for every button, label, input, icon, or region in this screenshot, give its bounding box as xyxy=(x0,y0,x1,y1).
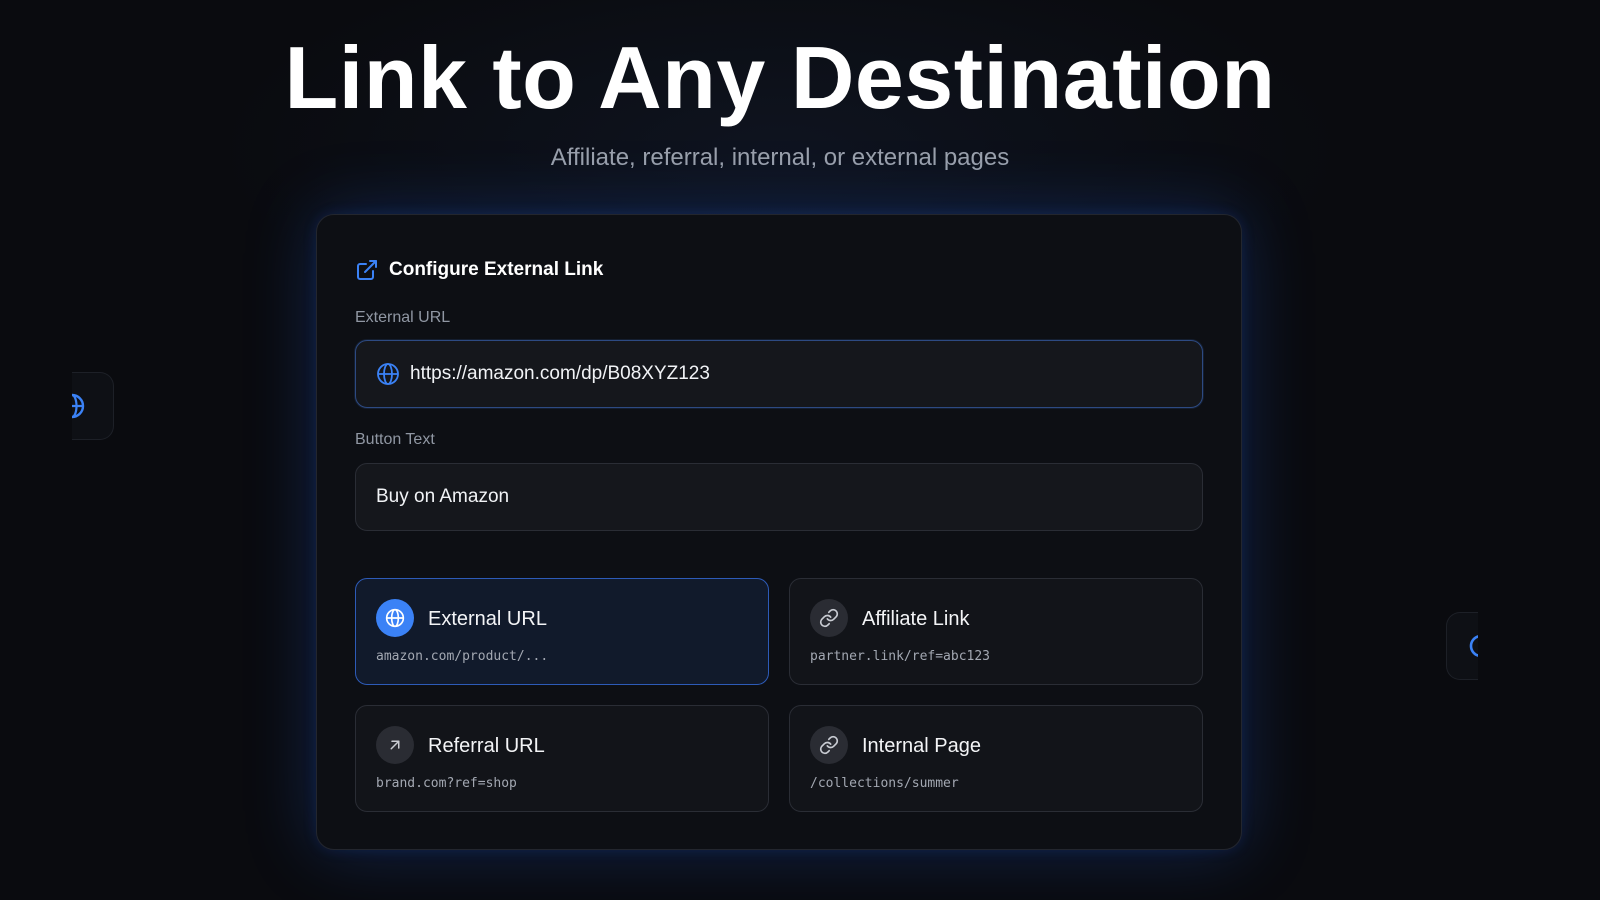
option-referral-url[interactable]: Referral URL brand.com?ref=shop xyxy=(355,705,769,812)
button-text-input[interactable]: Buy on Amazon xyxy=(355,463,1203,531)
page-title: Link to Any Destination xyxy=(284,28,1276,127)
option-title: External URL xyxy=(428,608,547,630)
card-title: Configure External Link xyxy=(389,259,604,280)
option-affiliate-link[interactable]: Affiliate Link partner.link/ref=abc123 xyxy=(789,578,1203,685)
external-url-label: External URL xyxy=(355,309,451,326)
option-title: Internal Page xyxy=(862,735,981,757)
loading-spinner-icon xyxy=(1469,635,1478,657)
option-title: Affiliate Link xyxy=(862,608,970,630)
option-example: /collections/summer xyxy=(810,776,959,791)
option-example: amazon.com/product/... xyxy=(376,649,549,664)
button-text-value: Buy on Amazon xyxy=(376,486,510,507)
external-url-input[interactable]: https://amazon.com/dp/B08XYZ123 xyxy=(355,340,1203,408)
next-slide-tab[interactable] xyxy=(1446,612,1478,680)
link-icon xyxy=(810,599,848,637)
external-url-value: https://amazon.com/dp/B08XYZ123 xyxy=(410,363,710,384)
arrow-up-right-icon xyxy=(376,726,414,764)
previous-slide-tab[interactable] xyxy=(72,372,114,440)
option-internal-page[interactable]: Internal Page /collections/summer xyxy=(789,705,1203,812)
globe-icon xyxy=(72,393,85,419)
link-icon xyxy=(810,726,848,764)
option-title: Referral URL xyxy=(428,735,545,757)
page-subtitle: Affiliate, referral, internal, or extern… xyxy=(550,144,1010,171)
page: Link to Any Destination Affiliate, refer… xyxy=(0,0,1600,900)
globe-icon xyxy=(376,599,414,637)
configure-link-card: Configure External Link External URL htt… xyxy=(316,214,1242,850)
button-text-label: Button Text xyxy=(355,431,435,448)
external-link-icon xyxy=(355,258,379,282)
card-header: Configure External Link xyxy=(355,255,603,285)
globe-icon xyxy=(376,362,400,386)
option-example: brand.com?ref=shop xyxy=(376,776,517,791)
option-example: partner.link/ref=abc123 xyxy=(810,649,991,664)
option-external-url[interactable]: External URL amazon.com/product/... xyxy=(355,578,769,685)
